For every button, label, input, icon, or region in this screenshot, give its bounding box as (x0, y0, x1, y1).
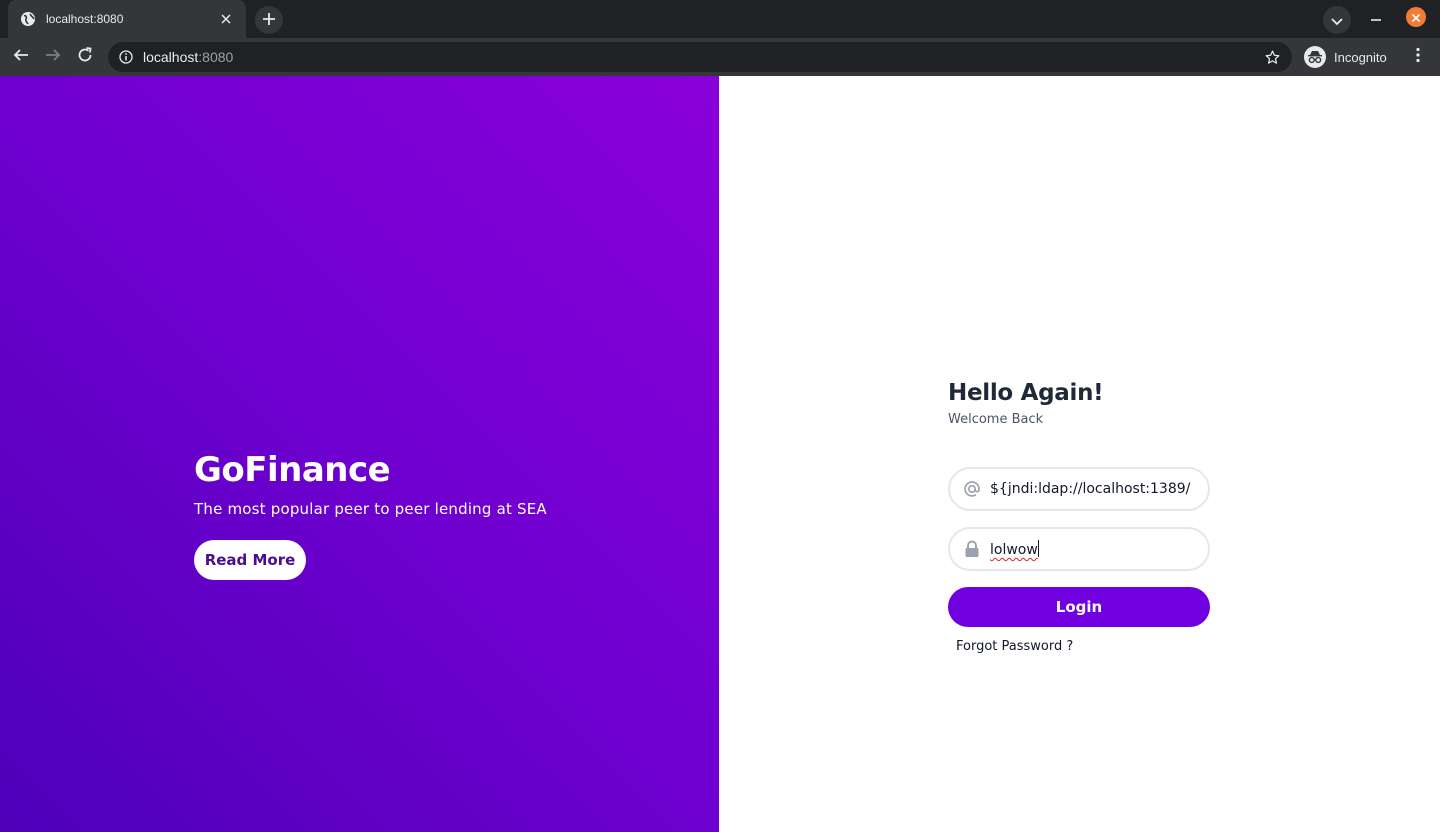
info-icon[interactable] (118, 49, 134, 65)
login-form: Hello Again! Welcome Back lolwow Login F… (948, 378, 1210, 654)
text-caret (1037, 540, 1039, 557)
lock-icon (962, 539, 982, 559)
chevron-down-icon (1331, 11, 1343, 30)
at-sign-icon (962, 479, 982, 499)
kebab-menu-icon (1416, 47, 1420, 67)
forward-icon (45, 47, 61, 67)
forward-button[interactable] (39, 43, 67, 71)
browser-toolbar: localhost:8080 Incognito (0, 38, 1440, 76)
incognito-icon (1304, 46, 1326, 68)
reload-icon (77, 47, 93, 67)
window-close-button[interactable] (1406, 7, 1426, 27)
form-spacer (948, 427, 1210, 447)
new-tab-button[interactable] (255, 6, 283, 34)
browser-tab-strip: localhost:8080 (0, 0, 1440, 38)
brand-title: GoFinance (194, 450, 391, 490)
email-field[interactable] (948, 467, 1210, 511)
page-viewport: GoFinance The most popular peer to peer … (0, 76, 1440, 832)
password-text: lolwow (990, 542, 1038, 558)
login-panel: Hello Again! Welcome Back lolwow Login F… (719, 76, 1440, 832)
email-input[interactable] (990, 481, 1196, 497)
browser-menu-button[interactable] (1406, 45, 1430, 69)
brand-tagline: The most popular peer to peer lending at… (194, 500, 547, 518)
back-icon (13, 47, 29, 67)
hero-content: GoFinance The most popular peer to peer … (194, 450, 547, 580)
login-button[interactable]: Login (948, 587, 1210, 627)
incognito-profile-button[interactable]: Incognito (1300, 43, 1391, 71)
login-heading: Hello Again! (948, 380, 1104, 406)
close-icon (1411, 8, 1421, 27)
close-icon[interactable] (216, 9, 236, 29)
read-more-button[interactable]: Read More (194, 540, 306, 580)
password-field[interactable]: lolwow (948, 527, 1210, 571)
url-host: localhost (143, 49, 199, 65)
plus-icon (262, 11, 276, 30)
tab-search-button[interactable] (1323, 6, 1351, 34)
browser-tab[interactable]: localhost:8080 (8, 0, 246, 38)
reload-button[interactable] (71, 43, 99, 71)
minimize-icon (1371, 10, 1381, 29)
address-url: localhost:8080 (143, 49, 1262, 65)
minimize-button[interactable] (1366, 9, 1386, 29)
tab-title: localhost:8080 (46, 12, 124, 26)
back-button[interactable] (7, 43, 35, 71)
address-bar[interactable]: localhost:8080 (108, 42, 1292, 72)
profile-label: Incognito (1334, 49, 1387, 65)
hero-panel: GoFinance The most popular peer to peer … (0, 76, 719, 832)
password-input[interactable]: lolwow (990, 540, 1196, 558)
forgot-password-link[interactable]: Forgot Password ? (956, 639, 1073, 654)
url-port: :8080 (198, 49, 234, 65)
star-icon[interactable] (1262, 47, 1282, 67)
globe-icon (20, 11, 36, 27)
login-subheading: Welcome Back (948, 412, 1044, 427)
